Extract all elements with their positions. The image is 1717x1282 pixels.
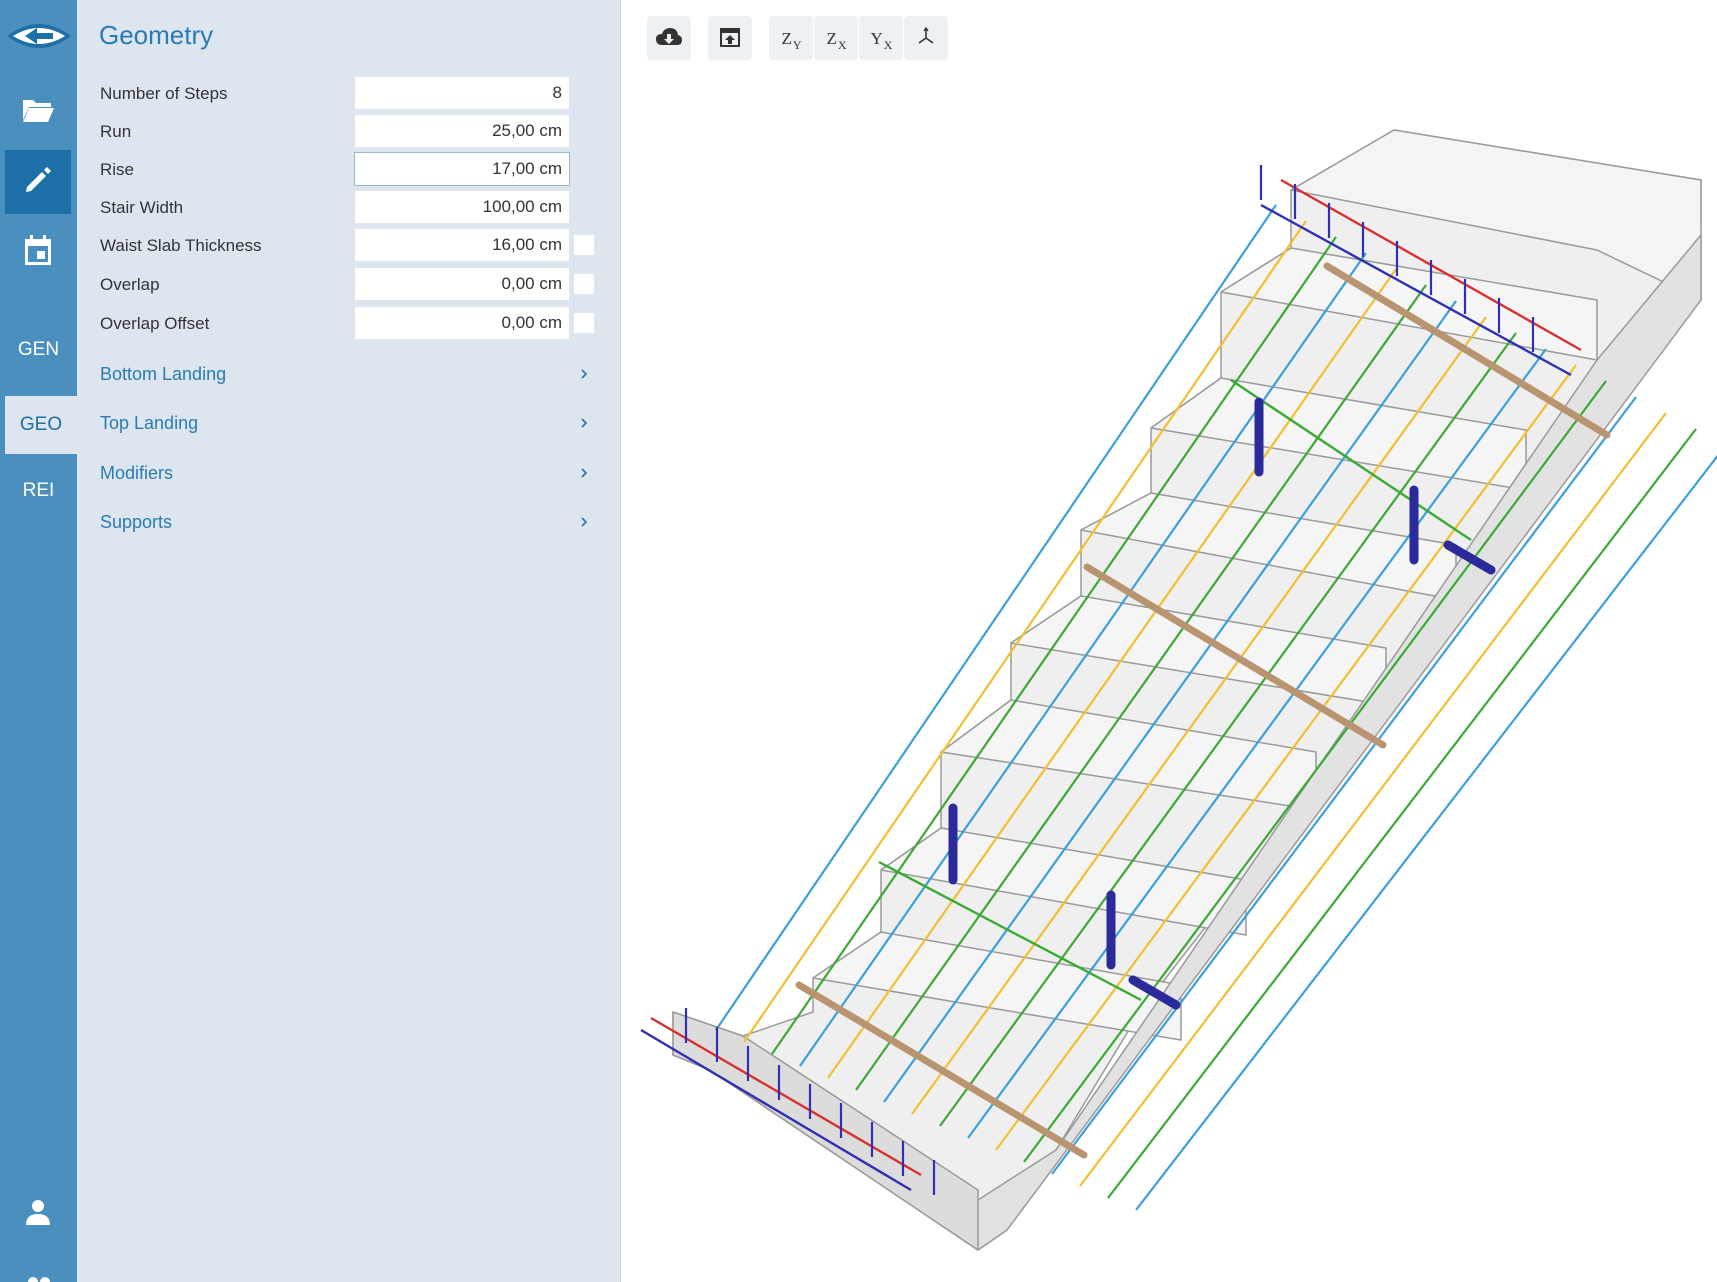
field-label: Overlap Offset	[100, 314, 210, 333]
section-label: Modifiers	[100, 463, 174, 483]
chevron-right-icon	[581, 369, 588, 379]
section-label: Bottom Landing	[100, 364, 227, 384]
chevron-right-icon	[581, 517, 588, 527]
panel-title: Geometry	[99, 20, 214, 50]
field-waist-slab-thickness: Waist Slab Thickness	[77, 228, 620, 264]
more-icon[interactable]	[25, 1271, 53, 1282]
edit-mode-button[interactable]	[5, 150, 71, 214]
overlap-offset-checkbox[interactable]	[573, 312, 595, 334]
open-project-button[interactable]	[5, 80, 71, 144]
section-supports[interactable]: Supports	[77, 502, 620, 542]
overlap-offset-input[interactable]	[354, 306, 570, 340]
field-overlap: Overlap	[77, 267, 620, 303]
waist-slab-thickness-checkbox[interactable]	[573, 234, 595, 256]
field-stair-width: Stair Width	[77, 190, 620, 226]
properties-panel: Geometry Number of Steps Run Rise Stair …	[77, 0, 621, 1282]
waist-slab-thickness-input[interactable]	[354, 228, 570, 262]
3d-viewport[interactable]: ZY ZX YX	[621, 0, 1717, 1282]
chevron-right-icon	[581, 468, 588, 478]
stair-width-input[interactable]	[354, 190, 570, 224]
overlap-checkbox[interactable]	[573, 273, 595, 295]
section-bottom-landing[interactable]: Bottom Landing	[77, 354, 620, 394]
field-number-of-steps: Number of Steps	[77, 76, 620, 112]
schedule-button[interactable]	[5, 220, 71, 284]
folder-open-icon	[21, 96, 55, 129]
calendar-icon	[22, 233, 54, 272]
field-overlap-offset: Overlap Offset	[77, 306, 620, 342]
tab-general[interactable]: GEN	[0, 325, 77, 375]
chevron-right-icon	[581, 418, 588, 428]
section-top-landing[interactable]: Top Landing	[77, 403, 620, 443]
field-run: Run	[77, 114, 620, 150]
number-of-steps-input[interactable]	[354, 76, 570, 110]
section-label: Top Landing	[100, 413, 199, 433]
field-label: Rise	[100, 160, 135, 179]
field-label: Number of Steps	[100, 84, 228, 103]
field-label: Waist Slab Thickness	[100, 236, 262, 255]
run-input[interactable]	[354, 114, 570, 148]
overlap-input[interactable]	[354, 267, 570, 301]
rise-input[interactable]	[354, 152, 570, 186]
user-account-button[interactable]	[5, 1182, 71, 1246]
section-modifiers[interactable]: Modifiers	[77, 453, 620, 493]
field-label: Overlap	[100, 275, 160, 294]
field-label: Stair Width	[100, 198, 184, 217]
pencil-icon	[23, 165, 53, 200]
stair-3d-model	[640, 129, 1717, 1251]
section-label: Supports	[100, 512, 173, 532]
user-icon	[25, 1198, 51, 1231]
app-rail: GEN GEO REI	[0, 0, 77, 1282]
tab-reinforcement[interactable]: REI	[0, 466, 77, 516]
concrete-stair-body	[672, 129, 1702, 1251]
field-label: Run	[100, 122, 132, 141]
field-rise: Rise	[77, 152, 620, 188]
tab-geometry[interactable]: GEO	[5, 396, 77, 454]
eye-logo-icon[interactable]	[3, 10, 75, 62]
